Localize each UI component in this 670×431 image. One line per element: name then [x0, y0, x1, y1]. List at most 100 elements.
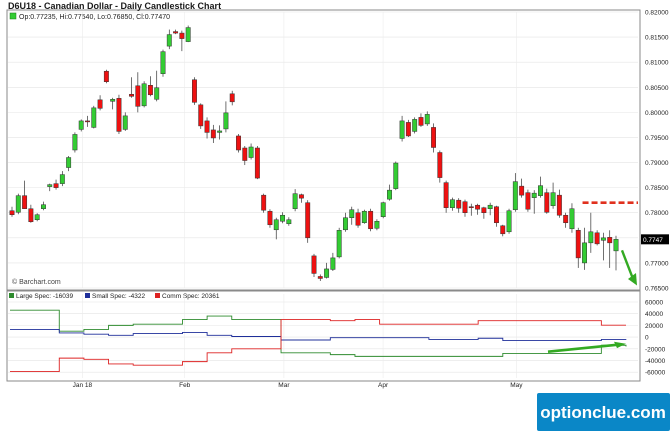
candle-body — [267, 210, 273, 226]
small-spec-swatch — [85, 293, 90, 298]
candle-body — [34, 214, 40, 221]
last-price-label: 0.7747 — [643, 237, 663, 244]
candle-body — [531, 192, 537, 198]
candle-body — [494, 206, 499, 224]
candle-body — [336, 230, 342, 258]
candle-body — [103, 70, 109, 83]
comm-spec-swatch — [155, 293, 160, 298]
candle-body — [129, 94, 134, 97]
cot-legend: Large Spec: -16039 Small Spec: -4322 Com… — [9, 293, 220, 300]
cot-axis: 60000 40000 20000 0 -20000 -40000 -60000 — [645, 300, 666, 377]
candle-body — [487, 204, 493, 209]
chart-root: D6U18 - Canadian Dollar - Daily Candlest… — [6, 1, 670, 431]
candle-body — [368, 210, 374, 230]
price-tick-label: 0.78500 — [645, 185, 669, 192]
candle-body — [147, 85, 153, 96]
candle-body — [223, 112, 229, 130]
price-tick-label: 0.77000 — [645, 260, 669, 267]
month-label: Jan 18 — [73, 382, 93, 389]
candle-body — [154, 87, 160, 100]
candle-body — [462, 201, 468, 213]
candle-body — [204, 120, 210, 133]
candle-body — [72, 134, 78, 151]
candle-body — [217, 130, 223, 133]
cot-tick-label: 0 — [645, 335, 649, 342]
month-label: Feb — [179, 382, 191, 389]
candle-body — [412, 119, 418, 132]
candle-body — [481, 207, 487, 213]
price-tick-label: 0.76500 — [645, 286, 669, 293]
candle-body — [254, 147, 260, 179]
candle-body — [538, 185, 543, 196]
candle-body — [97, 99, 103, 109]
brand-badge: optionclue.com — [537, 393, 670, 431]
candle-body — [173, 31, 179, 34]
candle-body — [41, 204, 46, 209]
ohlc-readout: Op:0.77235, Hi:0.77540, Lo:0.76850, Cl:0… — [19, 14, 170, 21]
cot-panel-frame — [6, 290, 641, 382]
candle-body — [311, 255, 317, 274]
candle-body — [355, 212, 361, 226]
main-price-axis: 0.82000 0.81500 0.81000 0.80500 0.80000 0.795… — [641, 10, 669, 293]
candle-body — [116, 98, 122, 132]
candle-body — [431, 127, 436, 148]
small-spec-label: Small Spec: -4322 — [92, 293, 145, 300]
candle-body — [449, 199, 455, 208]
candle-body — [330, 257, 336, 270]
candle-body — [343, 217, 348, 231]
candle-body — [298, 194, 304, 199]
cot-tick-label: 40000 — [645, 311, 663, 318]
candle-body — [305, 202, 311, 239]
candle-body — [544, 192, 550, 213]
candle-body — [286, 219, 292, 225]
ohlc-legend-swatch — [9, 12, 17, 20]
candle-body — [179, 32, 185, 39]
candle-body — [47, 184, 53, 187]
candle-body — [374, 221, 380, 229]
candle-body — [292, 193, 298, 209]
candle-body — [443, 182, 449, 208]
candle-body — [380, 202, 386, 217]
cot-tick-label: -20000 — [645, 346, 666, 353]
candle-body — [613, 239, 619, 252]
brand-text: optionclue.com — [540, 403, 666, 422]
chart-title: D6U18 - Canadian Dollar - Daily Candlest… — [8, 1, 221, 11]
candle-body — [575, 230, 581, 259]
candle-body — [122, 115, 128, 130]
candle-body — [135, 85, 141, 107]
candle-body — [405, 122, 411, 137]
candle-body — [66, 157, 72, 168]
price-tick-label: 0.78000 — [645, 210, 669, 217]
candle-body — [399, 120, 405, 139]
candle-body — [525, 192, 531, 210]
candle-body — [261, 194, 267, 211]
candle-body — [512, 181, 518, 210]
candle-body — [588, 231, 594, 244]
price-tick-label: 0.79500 — [645, 135, 669, 142]
candle-body — [475, 204, 481, 210]
month-label: Apr — [378, 382, 389, 389]
month-label: Mar — [278, 382, 290, 389]
candle-body — [242, 147, 248, 161]
candle-body — [582, 242, 587, 264]
candle-body — [324, 268, 330, 278]
candle-body — [393, 162, 399, 189]
candle-body — [594, 232, 600, 245]
candle-body — [59, 174, 65, 184]
watermark: © Barchart.com — [12, 278, 61, 286]
price-tick-label: 0.81500 — [645, 35, 669, 42]
price-tick-label: 0.81000 — [645, 60, 669, 67]
candle-body — [9, 210, 15, 215]
candle-body — [607, 237, 613, 244]
date-axis: Jan 18 Feb Mar Apr May — [73, 382, 524, 389]
candle-body — [361, 210, 367, 224]
candle-body — [236, 135, 241, 151]
candle-body — [91, 107, 97, 128]
candle-body — [317, 276, 323, 279]
candle-body — [556, 194, 562, 216]
candle-body — [563, 214, 569, 224]
candle-body — [349, 209, 355, 218]
cot-tick-label: -40000 — [645, 358, 666, 365]
price-tick-label: 0.80000 — [645, 110, 669, 117]
candle-body — [22, 195, 28, 209]
